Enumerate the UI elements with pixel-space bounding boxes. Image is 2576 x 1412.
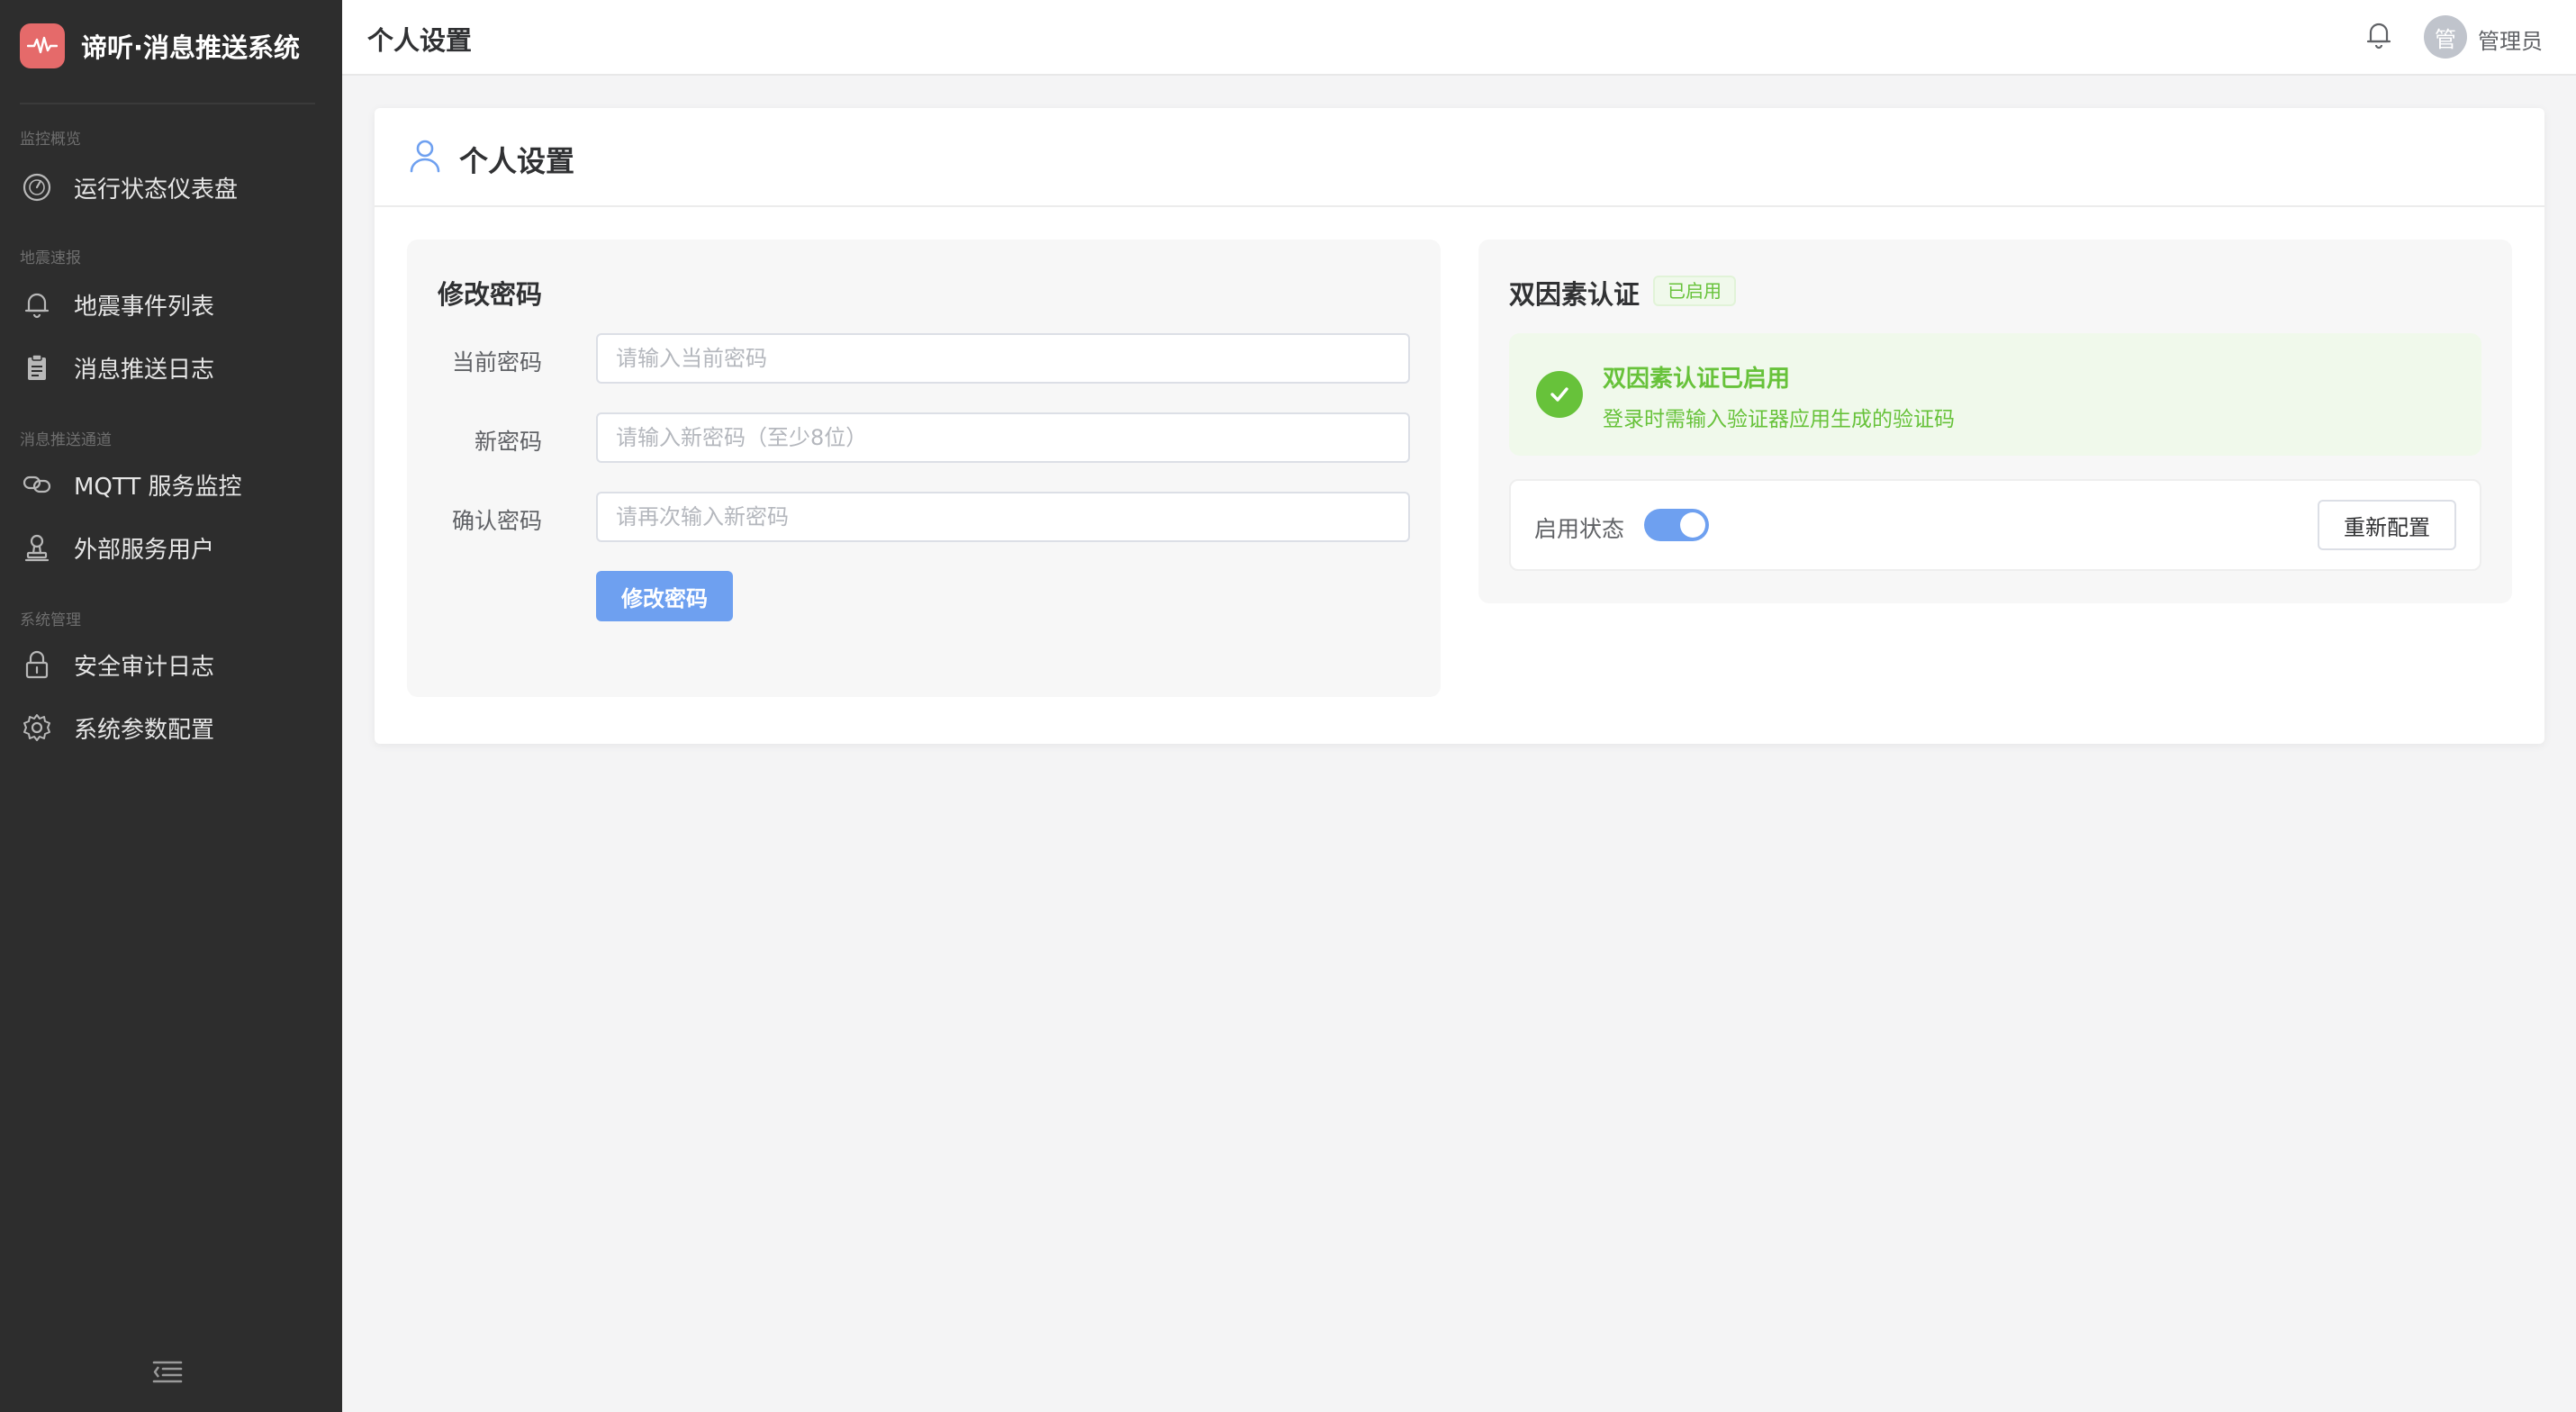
password-panel-title: 修改密码 [438, 279, 543, 310]
sidebar-item-earthquake-events[interactable]: 地震事件列表 [0, 277, 342, 331]
sidebar-item-label: 消息推送日志 [74, 356, 215, 384]
bell-icon [2364, 19, 2394, 53]
nav-section-channel: 消息推送通道 [20, 431, 112, 449]
sidebar: 谛听·消息推送系统 监控概览 运行状态仪表盘 地震速报 地震事件列表 消息推送日… [0, 0, 342, 1412]
sidebar-item-label: 地震事件列表 [74, 293, 215, 321]
alert-description: 登录时需输入验证器应用生成的验证码 [1603, 408, 1955, 431]
new-password-label: 新密码 [474, 429, 542, 455]
waveform-icon [20, 23, 65, 68]
sidebar-item-mqtt-monitor[interactable]: MQTT 服务监控 [0, 457, 342, 511]
link-icon [20, 467, 54, 502]
user-stamp-icon [20, 530, 54, 565]
settings-card: 个人设置 修改密码 当前密码 新密码 确认密码 修改密码 双因素认证 已启用 双… [375, 108, 2544, 744]
nav-section-monitor: 监控概览 [20, 131, 81, 149]
alert-title: 双因素认证已启用 [1603, 366, 1791, 393]
confirm-password-input[interactable] [596, 492, 1410, 542]
lock-icon [20, 647, 54, 682]
top-header: 个人设置 管 管理员 [342, 0, 2576, 76]
sidebar-item-label: 系统参数配置 [74, 716, 215, 744]
current-password-input[interactable] [596, 333, 1410, 384]
brand[interactable]: 谛听·消息推送系统 [20, 23, 300, 68]
app-title: 谛听·消息推送系统 [81, 32, 301, 63]
sidebar-item-system-config[interactable]: 系统参数配置 [0, 701, 342, 755]
new-password-input[interactable] [596, 412, 1410, 463]
sidebar-item-push-logs[interactable]: 消息推送日志 [0, 340, 342, 394]
toggle-knob [1680, 512, 1705, 538]
user-name[interactable]: 管理员 [2478, 23, 2543, 55]
nav-section-system: 系统管理 [20, 611, 81, 629]
nav-section-earthquake: 地震速报 [20, 249, 81, 267]
sidebar-item-label: 外部服务用户 [74, 536, 215, 564]
enable-status-label: 启用状态 [1534, 516, 1625, 542]
sidebar-collapse-button[interactable] [149, 1356, 185, 1392]
avatar[interactable]: 管 [2424, 15, 2467, 59]
reconfigure-button[interactable]: 重新配置 [2318, 500, 2456, 550]
bell-icon [20, 287, 54, 321]
two-factor-alert: 双因素认证已启用 登录时需输入验证器应用生成的验证码 [1509, 333, 2481, 456]
sidebar-item-label: MQTT 服务监控 [74, 473, 242, 501]
sidebar-item-label: 运行状态仪表盘 [74, 176, 239, 204]
sidebar-item-dashboard[interactable]: 运行状态仪表盘 [0, 160, 342, 214]
change-password-panel: 修改密码 当前密码 新密码 确认密码 修改密码 [407, 240, 1441, 697]
gear-icon [20, 711, 54, 745]
menu-collapse-icon [152, 1360, 183, 1389]
user-icon [405, 137, 445, 176]
two-factor-title: 双因素认证 [1509, 279, 1641, 310]
notification-button[interactable] [2359, 16, 2399, 56]
clipboard-icon [20, 350, 54, 385]
sidebar-item-external-users[interactable]: 外部服务用户 [0, 520, 342, 575]
confirm-password-label: 确认密码 [451, 508, 542, 534]
change-password-button[interactable]: 修改密码 [596, 571, 733, 621]
current-password-label: 当前密码 [451, 349, 542, 376]
check-circle-icon [1536, 371, 1583, 418]
page-title: 个人设置 [459, 144, 575, 178]
card-header: 个人设置 [375, 108, 2544, 207]
sidebar-item-audit-logs[interactable]: 安全审计日志 [0, 638, 342, 692]
enable-status-row: 启用状态 重新配置 [1509, 479, 2481, 571]
two-factor-panel: 双因素认证 已启用 双因素认证已启用 登录时需输入验证器应用生成的验证码 启用状… [1478, 240, 2512, 603]
header-title: 个人设置 [367, 25, 473, 56]
sidebar-divider [20, 103, 315, 104]
gauge-icon [20, 170, 54, 204]
sidebar-item-label: 安全审计日志 [74, 653, 215, 681]
two-factor-toggle[interactable] [1644, 509, 1709, 541]
status-badge: 已启用 [1653, 276, 1736, 306]
